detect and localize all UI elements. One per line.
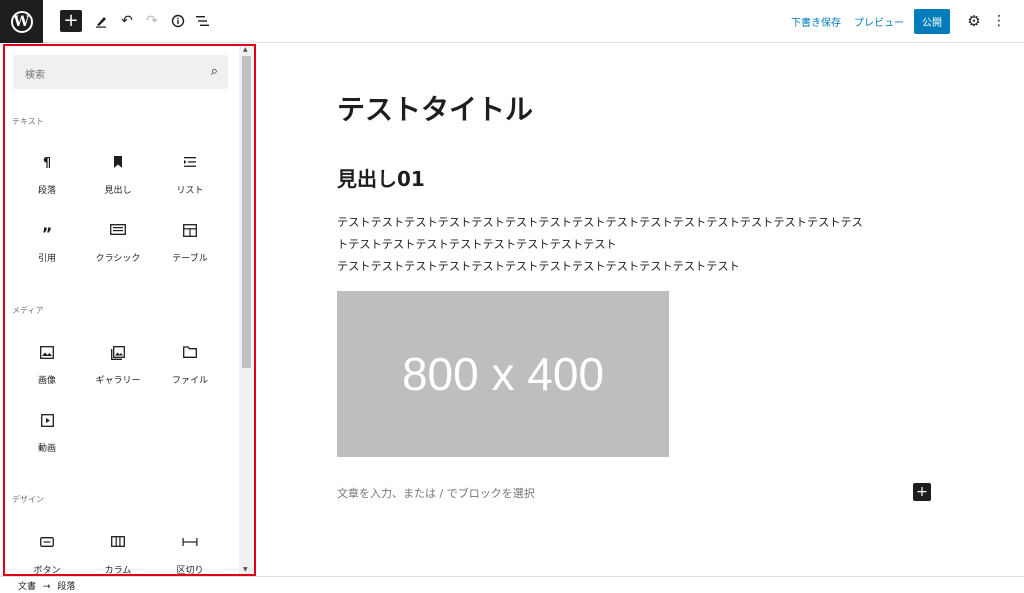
add-block-button[interactable]: + <box>913 483 931 501</box>
breadcrumb-block[interactable]: 段落 <box>57 582 75 592</box>
wordpress-logo-mark: W <box>10 10 33 33</box>
block-label: 引用 <box>37 254 56 264</box>
paragraph-line: テストテストテストテストテストテストテストテストテストテストテストテストテストテ… <box>337 216 863 229</box>
plus-icon: + <box>63 10 79 31</box>
empty-block-placeholder[interactable]: 文章を入力、または / でブロックを選択 <box>337 485 535 501</box>
block-video[interactable]: 動画 <box>11 414 83 474</box>
paragraph-line: テストテストテストテストテストテストテストテストテストテストテストテスト <box>337 260 740 273</box>
redo-icon: ↷ <box>146 13 158 29</box>
block-buttons[interactable]: ボタン <box>11 536 83 576</box>
wordpress-logo-icon[interactable]: W <box>0 0 43 43</box>
paragraph-icon: ¶ <box>42 156 52 171</box>
image-icon <box>11 346 83 364</box>
more-vertical-icon: ⋮ <box>992 13 1006 29</box>
block-label: 動画 <box>37 444 56 454</box>
breadcrumb-document[interactable]: 文書 <box>18 582 36 592</box>
block-image[interactable]: 画像 <box>11 346 83 406</box>
block-paragraph[interactable]: ¶ 段落 <box>11 156 83 216</box>
details-button[interactable] <box>167 10 189 32</box>
publish-button[interactable]: 公開 <box>914 9 950 34</box>
bookmark-icon <box>82 156 154 174</box>
block-label: ギャラリー <box>95 376 141 386</box>
inserter-scrollbar[interactable]: ▲ ▼ <box>239 46 254 574</box>
editor-header: W + ↶ ↷ 下書き保存 プレビュー 公開 ⚙ ⋮ <box>0 0 1024 43</box>
preview-button[interactable]: プレビュー <box>854 14 904 29</box>
redo-button[interactable]: ↷ <box>141 10 163 32</box>
block-separator[interactable]: 区切り <box>154 536 226 576</box>
quote-icon: ” <box>41 224 53 243</box>
editor-footer: 文書 → 段落 <box>0 576 1024 593</box>
block-label: 見出し <box>104 186 132 196</box>
undo-icon: ↶ <box>121 13 133 29</box>
table-icon <box>154 224 226 242</box>
block-label: クラシック <box>95 254 141 264</box>
category-label-media: メディア <box>12 306 44 315</box>
tools-button[interactable] <box>90 10 112 32</box>
scrollbar-thumb[interactable] <box>242 56 251 368</box>
search-icon: ⌕ <box>210 64 218 79</box>
block-label: ボタン <box>33 566 61 576</box>
block-list[interactable]: リスト <box>154 156 226 216</box>
list-view-icon <box>196 16 209 26</box>
block-label: テーブル <box>172 254 208 264</box>
block-label: リスト <box>176 186 204 196</box>
search-placeholder: 検索 <box>25 70 45 81</box>
block-inserter-panel: 検索 ⌕ テキスト ¶ 段落 見出し リスト ” 引用 クラシック テーブル メ… <box>3 44 256 576</box>
block-gallery[interactable]: ギャラリー <box>82 346 154 406</box>
block-search-input[interactable]: 検索 ⌕ <box>13 55 228 89</box>
plus-icon: + <box>916 484 928 500</box>
pencil-icon <box>96 17 106 28</box>
columns-icon <box>82 536 154 554</box>
category-label-design: デザイン <box>12 495 44 504</box>
list-view-button[interactable] <box>192 10 214 32</box>
image-placeholder-text: 800 x 400 <box>401 348 605 400</box>
block-columns[interactable]: カラム <box>82 536 154 576</box>
block-file[interactable]: ファイル <box>154 346 226 406</box>
paragraph-block[interactable]: テストテストテストテストテストテストテストテストテストテストテストテストテストテ… <box>337 212 937 278</box>
breadcrumb: 文書 → 段落 <box>18 579 75 592</box>
block-label: カラム <box>104 566 132 576</box>
keyboard-icon <box>82 224 154 242</box>
post-title[interactable]: テストタイトル <box>337 88 533 128</box>
scroll-down-arrow-icon[interactable]: ▼ <box>243 566 248 573</box>
undo-button[interactable]: ↶ <box>116 10 138 32</box>
separator-icon <box>154 536 226 554</box>
button-icon <box>11 536 83 554</box>
scroll-up-arrow-icon[interactable]: ▲ <box>243 46 248 53</box>
block-table[interactable]: テーブル <box>154 224 226 284</box>
block-label: 段落 <box>37 186 56 196</box>
block-label: ファイル <box>171 376 208 386</box>
breadcrumb-separator: → <box>42 582 51 592</box>
block-heading[interactable]: 見出し <box>82 156 154 216</box>
category-label-text: テキスト <box>12 117 44 126</box>
gallery-icon <box>82 346 154 364</box>
settings-button[interactable]: ⚙ <box>963 10 985 32</box>
list-icon <box>154 156 226 174</box>
video-icon <box>11 414 83 432</box>
options-button[interactable]: ⋮ <box>988 10 1010 32</box>
heading-block[interactable]: 見出し01 <box>337 163 425 192</box>
paragraph-line: トテストテストテストテストテストテストテストテスト <box>337 238 617 251</box>
folder-icon <box>154 346 226 364</box>
block-quote[interactable]: ” 引用 <box>11 224 83 284</box>
save-draft-button[interactable]: 下書き保存 <box>791 14 841 29</box>
gear-icon: ⚙ <box>967 12 981 30</box>
block-label: 画像 <box>37 376 56 386</box>
block-inserter-toggle-button[interactable]: + <box>60 10 82 32</box>
block-classic[interactable]: クラシック <box>82 224 154 284</box>
image-block[interactable]: 800 x 400 <box>337 291 669 457</box>
block-label: 区切り <box>176 566 204 576</box>
info-icon <box>171 14 185 28</box>
